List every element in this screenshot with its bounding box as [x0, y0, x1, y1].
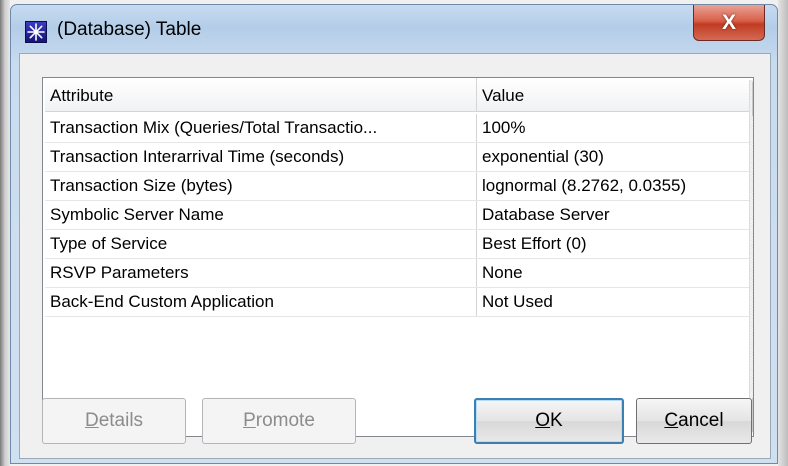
background-window-edge-right — [778, 0, 788, 466]
table-row[interactable]: Symbolic Server Name Database Server — [45, 201, 749, 230]
window-title: (Database) Table — [57, 19, 202, 40]
attribute-cell: Transaction Size (bytes) — [45, 172, 477, 200]
attribute-table[interactable]: Attribute Value Transaction Mix (Queries… — [42, 77, 754, 437]
scroll-down-arrow-icon[interactable]: ▼ — [752, 398, 753, 432]
scroll-up-arrow-icon[interactable]: ▲ — [752, 82, 753, 116]
promote-accesskey: P — [243, 410, 256, 431]
details-button[interactable]: Details — [42, 398, 186, 444]
value-cell[interactable]: exponential (30) — [477, 143, 749, 171]
table-row[interactable]: Transaction Mix (Queries/Total Transacti… — [45, 114, 749, 143]
close-icon: X — [721, 10, 736, 34]
promote-button[interactable]: Promote — [202, 398, 356, 444]
attribute-cell: Type of Service — [45, 230, 477, 258]
close-button[interactable]: X — [693, 5, 765, 41]
cancel-label: ancel — [678, 410, 724, 431]
attribute-cell: Transaction Interarrival Time (seconds) — [45, 143, 477, 171]
value-cell[interactable]: 100% — [477, 114, 749, 142]
cancel-accesskey: C — [664, 410, 679, 431]
table-row[interactable]: RSVP Parameters None — [45, 259, 749, 288]
attribute-cell: Transaction Mix (Queries/Total Transacti… — [45, 114, 477, 142]
table-row[interactable]: Transaction Size (bytes) lognormal (8.27… — [45, 172, 749, 201]
table-row[interactable]: Transaction Interarrival Time (seconds) … — [45, 143, 749, 172]
attribute-cell: Back-End Custom Application — [45, 288, 477, 316]
attribute-cell: RSVP Parameters — [45, 259, 477, 287]
background-window-edge-left — [0, 0, 10, 466]
dialog-window: (Database) Table X Attribute Value Trans… — [10, 4, 778, 464]
details-label: etails — [98, 410, 144, 431]
column-header-attribute[interactable]: Attribute — [45, 78, 477, 112]
table-row[interactable]: Back-End Custom Application Not Used — [45, 288, 749, 317]
value-cell[interactable]: None — [477, 259, 749, 287]
table-header-row: Attribute Value — [45, 78, 749, 112]
table-row[interactable]: Type of Service Best Effort (0) — [45, 230, 749, 259]
ok-label: K — [550, 410, 563, 431]
value-cell[interactable]: Best Effort (0) — [477, 230, 749, 258]
details-accesskey: D — [84, 410, 99, 431]
cancel-button[interactable]: Cancel — [636, 398, 752, 444]
attribute-cell: Symbolic Server Name — [45, 201, 477, 229]
vertical-scrollbar[interactable]: ▲ ▼ — [749, 80, 753, 434]
ok-accesskey: O — [535, 410, 551, 431]
value-cell[interactable]: Database Server — [477, 201, 749, 229]
promote-label: romote — [255, 410, 315, 431]
column-header-value[interactable]: Value — [477, 78, 749, 112]
value-cell[interactable]: lognormal (8.2762, 0.0355) — [477, 172, 749, 200]
star-burst-icon — [25, 21, 47, 43]
value-cell[interactable]: Not Used — [477, 288, 749, 316]
ok-button[interactable]: OK — [474, 398, 624, 444]
